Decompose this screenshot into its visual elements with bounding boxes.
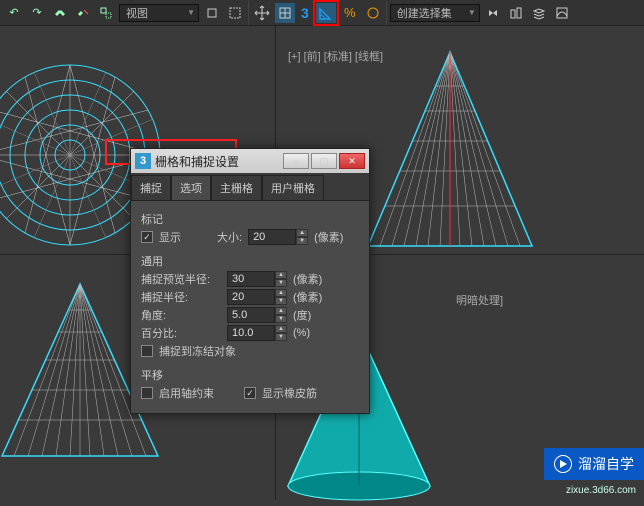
select-icon[interactable] — [275, 3, 295, 23]
undo-icon[interactable]: ↶ — [4, 3, 24, 23]
angle-input[interactable] — [227, 307, 275, 323]
preview-radius-input[interactable] — [227, 271, 275, 287]
angle-snap-highlight — [315, 2, 337, 24]
spin-down-icon[interactable]: ▼ — [275, 315, 287, 323]
close-button[interactable]: ✕ — [339, 153, 365, 169]
angle-unit: (度) — [293, 307, 311, 323]
size-label: 大小: — [217, 229, 242, 245]
link-icon[interactable] — [50, 3, 70, 23]
spin-down-icon[interactable]: ▼ — [275, 279, 287, 287]
percent-unit: (%) — [293, 327, 310, 339]
preview-radius-unit: (像素) — [293, 271, 322, 287]
percent-label: 百分比: — [141, 325, 221, 341]
section-marker: 标记 — [141, 211, 359, 227]
snap-radius-input[interactable] — [227, 289, 275, 305]
view-dropdown-label: 视图 — [126, 5, 148, 21]
rubber-band-checkbox[interactable] — [244, 387, 256, 399]
angle-spinner[interactable]: ▲▼ — [227, 307, 287, 323]
size-unit: (像素) — [314, 229, 343, 245]
redo-icon[interactable]: ↷ — [27, 3, 47, 23]
bind-icon[interactable] — [96, 3, 116, 23]
size-input[interactable] — [248, 229, 296, 245]
section-translate: 平移 — [141, 367, 359, 383]
axis-constraint-label: 启用轴约束 — [159, 385, 214, 401]
spin-up-icon[interactable]: ▲ — [275, 271, 287, 279]
snap-mode-label: 3 — [298, 5, 312, 21]
show-checkbox[interactable] — [141, 231, 153, 243]
align-icon[interactable] — [506, 3, 526, 23]
angle-snap-icon[interactable] — [316, 3, 336, 23]
mirror-icon[interactable] — [483, 3, 503, 23]
snap-radius-unit: (像素) — [293, 289, 322, 305]
snap-settings-dialog: 3 栅格和捕捉设置 ─ ▢ ✕ 捕捉 选项 主栅格 用户栅格 标记 显示 大小:… — [130, 148, 370, 414]
snap-radius-label: 捕捉半径: — [141, 289, 221, 305]
preview-radius-label: 捕捉预览半径: — [141, 271, 221, 287]
spinner-snap-icon[interactable] — [363, 3, 383, 23]
size-spinner[interactable]: ▲▼ — [248, 229, 308, 245]
frozen-label: 捕捉到冻结对象 — [159, 343, 236, 359]
dialog-tabs: 捕捉 选项 主栅格 用户栅格 — [131, 173, 369, 201]
view-dropdown[interactable]: 视图 — [119, 4, 199, 22]
minimize-button[interactable]: ─ — [283, 153, 309, 169]
watermark-text: 溜溜自学 — [578, 454, 634, 474]
watermark-url: zixue.3d66.com — [566, 485, 636, 496]
tab-home-grid[interactable]: 主栅格 — [211, 175, 262, 200]
maximize-button[interactable]: ▢ — [311, 153, 337, 169]
dialog-body: 标记 显示 大小: ▲▼ (像素) 通用 捕捉预览半径: ▲▼ (像素) 捕捉半… — [131, 201, 369, 413]
percent-snap-icon[interactable]: % — [340, 3, 360, 23]
layers-icon[interactable] — [529, 3, 549, 23]
percent-spinner[interactable]: ▲▼ — [227, 325, 287, 341]
spin-down-icon[interactable]: ▼ — [296, 237, 308, 245]
select-area-icon[interactable] — [225, 3, 245, 23]
spin-up-icon[interactable]: ▲ — [275, 289, 287, 297]
spin-up-icon[interactable]: ▲ — [296, 229, 308, 237]
play-icon — [554, 455, 572, 473]
tab-options[interactable]: 选项 — [171, 175, 211, 200]
show-label: 显示 — [159, 229, 181, 245]
selection-set-dropdown[interactable]: 创建选择集 — [390, 4, 480, 22]
spin-up-icon[interactable]: ▲ — [275, 307, 287, 315]
watermark: 溜溜自学 — [544, 448, 644, 480]
move-icon[interactable] — [252, 3, 272, 23]
tab-user-grid[interactable]: 用户栅格 — [262, 175, 324, 200]
dialog-titlebar[interactable]: 3 栅格和捕捉设置 ─ ▢ ✕ — [131, 149, 369, 173]
toolbar-divider — [248, 1, 249, 25]
percent-input[interactable] — [227, 325, 275, 341]
curve-editor-icon[interactable] — [552, 3, 572, 23]
selection-set-label: 创建选择集 — [397, 5, 452, 21]
wireframe-cone-tr — [350, 46, 550, 256]
main-toolbar: ↶ ↷ 视图 3 % 创建选择集 — [0, 0, 644, 26]
app-icon: 3 — [135, 153, 151, 169]
frozen-checkbox[interactable] — [141, 345, 153, 357]
filter-icon[interactable] — [202, 3, 222, 23]
axis-constraint-checkbox[interactable] — [141, 387, 153, 399]
spin-down-icon[interactable]: ▼ — [275, 333, 287, 341]
spin-up-icon[interactable]: ▲ — [275, 325, 287, 333]
snap-radius-spinner[interactable]: ▲▼ — [227, 289, 287, 305]
viewport-shading-label[interactable]: 明暗处理] — [456, 292, 503, 308]
tab-snap[interactable]: 捕捉 — [131, 175, 171, 200]
preview-radius-spinner[interactable]: ▲▼ — [227, 271, 287, 287]
section-general: 通用 — [141, 253, 359, 269]
angle-label: 角度: — [141, 307, 221, 323]
dialog-title: 栅格和捕捉设置 — [155, 153, 279, 170]
rubber-band-label: 显示橡皮筋 — [262, 385, 317, 401]
toolbar-divider — [386, 1, 387, 25]
spin-down-icon[interactable]: ▼ — [275, 297, 287, 305]
unlink-icon[interactable] — [73, 3, 93, 23]
